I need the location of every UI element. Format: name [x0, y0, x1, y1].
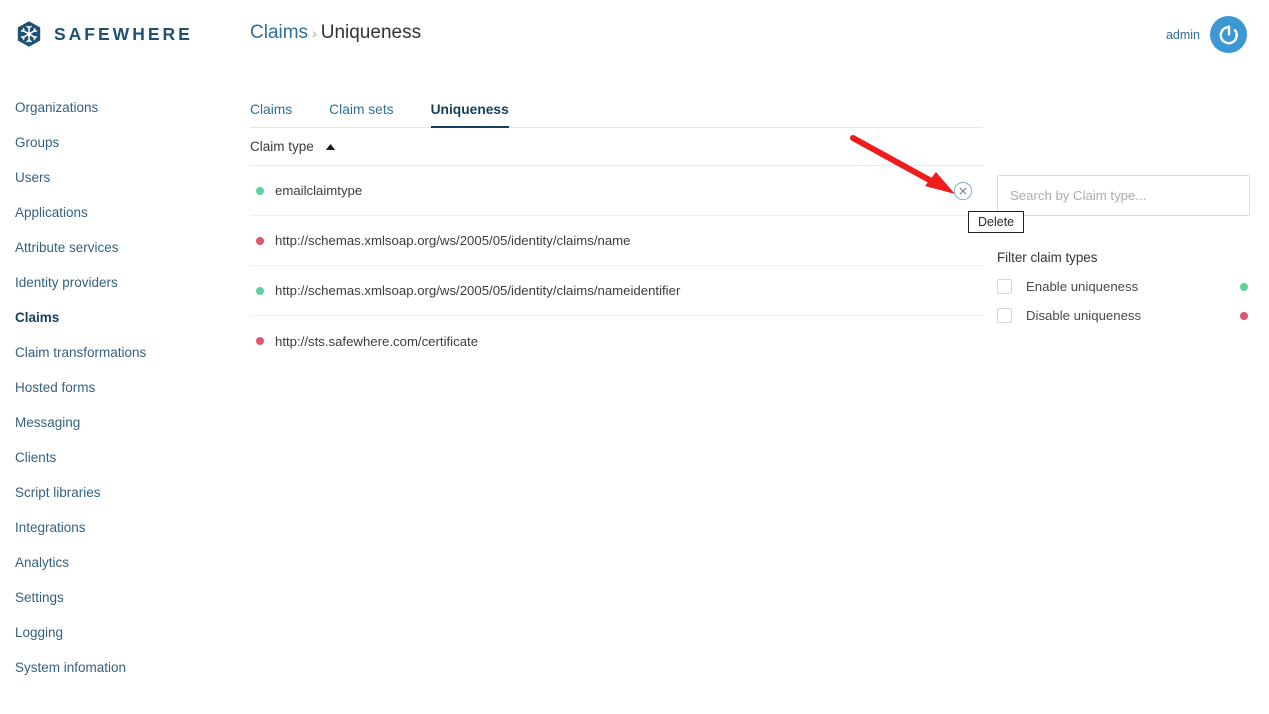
delete-tooltip: Delete [968, 211, 1025, 233]
filter-section-title: Filter claim types [997, 250, 1098, 265]
sidebar-item-integrations[interactable]: Integrations [0, 510, 235, 545]
column-header-claim-type: Claim type [250, 139, 314, 154]
claim-type-label: http://sts.safewhere.com/certificate [275, 333, 479, 349]
status-dot-red [256, 337, 264, 345]
table-row[interactable]: emailclaimtype [250, 166, 983, 216]
search-input[interactable] [997, 175, 1250, 216]
right-rail: Filter claim types Enable uniqueness Disa… [997, 175, 1250, 323]
sidebar-item-identity-providers[interactable]: Identity providers [0, 265, 235, 300]
sidebar-item-users[interactable]: Users [0, 160, 235, 195]
caret-up-icon[interactable] [325, 139, 336, 154]
sidebar-item-claims[interactable]: Claims [0, 300, 235, 335]
sidebar-item-hosted-forms[interactable]: Hosted forms [0, 370, 235, 405]
status-dot-red [256, 236, 264, 245]
filter-status-dot [1240, 282, 1248, 291]
breadcrumb: Claims › Uniqueness [250, 22, 421, 44]
table-column-header[interactable]: Claim type [250, 128, 983, 166]
sidebar-item-organizations[interactable]: Organizations [0, 90, 235, 125]
table-row[interactable]: http://sts.safewhere.com/certificate [250, 316, 983, 366]
filter-row: Disable uniqueness [997, 308, 1250, 323]
sidebar-item-system-infomation[interactable]: System infomation [0, 650, 235, 685]
user-name-label: admin [1165, 27, 1200, 42]
power-avatar-icon [1219, 24, 1238, 44]
tab-claim-sets[interactable]: Claim sets [329, 102, 393, 127]
claim-type-label: emailclaimtype [275, 183, 363, 198]
breadcrumb-current: Uniqueness [320, 22, 422, 43]
brand-name: SAFEWHERE [54, 23, 193, 44]
top-bar: SAFEWHERE Claims › Uniqueness admin [0, 0, 1269, 68]
table-row[interactable]: http://schemas.xmlsoap.org/ws/2005/05/id… [250, 266, 983, 316]
sidebar-item-analytics[interactable]: Analytics [0, 545, 235, 580]
user-area[interactable]: admin [1166, 16, 1247, 53]
hexagon-snowflake-logo-icon [17, 21, 41, 47]
claim-type-label: http://schemas.xmlsoap.org/ws/2005/05/id… [275, 283, 681, 298]
sidebar-item-script-libraries[interactable]: Script libraries [0, 475, 235, 510]
tab-bar: Claims Claim sets Uniqueness [250, 90, 983, 128]
tab-claims[interactable]: Claims [250, 102, 292, 127]
claim-type-label: http://schemas.xmlsoap.org/ws/2005/05/id… [275, 233, 631, 248]
sidebar-item-messaging[interactable]: Messaging [0, 405, 235, 440]
filter-row: Enable uniqueness [997, 279, 1250, 294]
sidebar-item-logging[interactable]: Logging [0, 615, 235, 650]
tab-uniqueness[interactable]: Uniqueness [430, 102, 509, 128]
avatar[interactable] [1210, 16, 1247, 53]
main-content: Claims Claim sets Uniqueness Claim type em… [250, 90, 983, 366]
filter-label[interactable]: Enable uniqueness [1026, 279, 1138, 294]
status-dot-green [256, 286, 264, 295]
circle-x-delete-icon[interactable] [953, 181, 973, 201]
checkbox-enable-uniqueness[interactable] [997, 279, 1012, 294]
filter-status-dot [1240, 311, 1248, 320]
brand-logo[interactable]: SAFEWHERE [15, 20, 193, 48]
sidebar-item-groups[interactable]: Groups [0, 125, 235, 160]
app-root: SAFEWHERE Claims › Uniqueness admin Organi… [0, 0, 1269, 714]
filter-label[interactable]: Disable uniqueness [1026, 308, 1141, 323]
sidebar-item-claim-transformations[interactable]: Claim transformations [0, 335, 235, 370]
status-dot-green [256, 186, 264, 195]
sidebar-item-applications[interactable]: Applications [0, 195, 235, 230]
sidebar-item-settings[interactable]: Settings [0, 580, 235, 615]
sidebar-item-clients[interactable]: Clients [0, 440, 235, 475]
filter-list: Enable uniqueness Disable uniqueness [997, 279, 1250, 323]
sidebar: Organizations Groups Users Applications Attr… [0, 90, 235, 685]
claim-type-list: emailclaimtype http://schemas.xmlsoap.org… [250, 166, 983, 366]
sidebar-item-attribute-services[interactable]: Attribute services [0, 230, 235, 265]
breadcrumb-separator: › [312, 25, 317, 41]
checkbox-disable-uniqueness[interactable] [997, 308, 1012, 323]
table-row[interactable]: http://schemas.xmlsoap.org/ws/2005/05/id… [250, 216, 983, 266]
breadcrumb-parent-link[interactable]: Claims [250, 22, 308, 43]
